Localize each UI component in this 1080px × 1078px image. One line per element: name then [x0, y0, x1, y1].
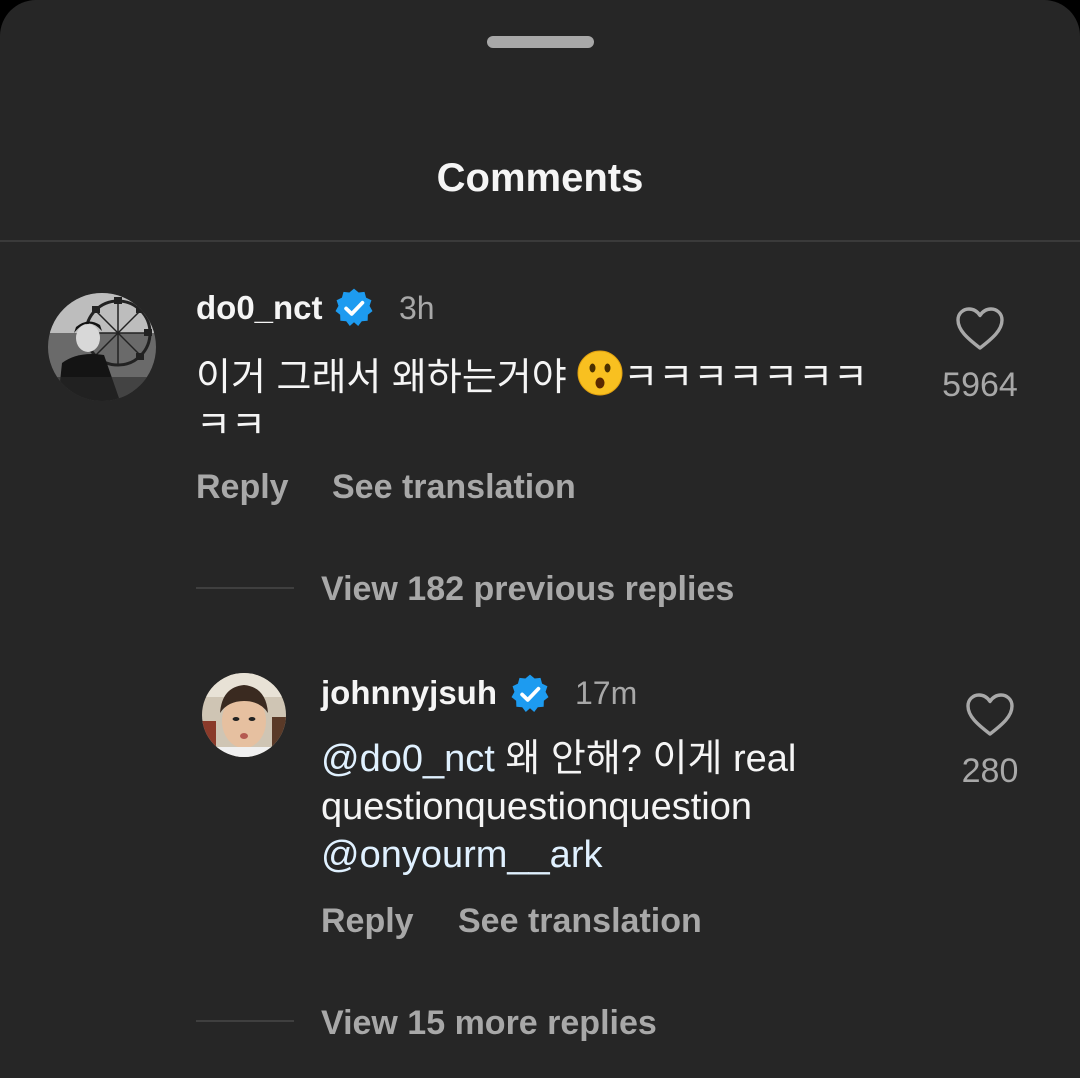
thread-line: [196, 1020, 294, 1022]
reply-reply-button[interactable]: Reply: [321, 900, 414, 942]
comment-text-part1: 이거 그래서 왜하는거야: [196, 357, 578, 399]
view-previous-replies-button[interactable]: View 182 previous replies: [321, 568, 734, 610]
comment-text-part2: ㅋㅋㅋㅋㅋㅋㅋ: [623, 357, 869, 399]
reply-like-heart-icon[interactable]: [965, 692, 1015, 738]
drag-handle[interactable]: [487, 36, 594, 48]
avatar-johnnyjsuh[interactable]: [202, 673, 286, 757]
verified-badge-icon: [335, 288, 373, 327]
reply-like-count: 280: [961, 752, 1019, 790]
reply-username[interactable]: johnnyjsuh: [321, 673, 497, 713]
comment-text-line2: ㅋㅋ: [196, 405, 266, 447]
reply-text-part2: questionquestionquestion: [321, 786, 753, 828]
reply-text-part1: 왜 안해? 이게 real: [494, 738, 797, 780]
mention-link[interactable]: @onyourm__ark: [321, 834, 602, 876]
comment-reply-button[interactable]: Reply: [196, 466, 289, 508]
comment-see-translation-button[interactable]: See translation: [332, 466, 576, 508]
sheet-title: Comments: [436, 156, 644, 200]
comment-timestamp: 3h: [399, 290, 435, 326]
header-divider: [0, 240, 1080, 242]
comments-sheet: Comments do0_nct 3h 이거 그래서 왜하는거야 ㅋㅋㅋㅋㅋㅋㅋ…: [0, 0, 1080, 1078]
hushed-face-emoji-icon: [577, 350, 623, 396]
verified-badge-icon: [511, 674, 549, 713]
reply-text: @do0_nct 왜 안해? 이게 real questionquestionq…: [321, 735, 921, 879]
comment-like-heart-icon[interactable]: [955, 306, 1005, 352]
mention-link[interactable]: @do0_nct: [321, 738, 495, 780]
comment-like-count: 5964: [942, 366, 1018, 404]
comment-username[interactable]: do0_nct: [196, 288, 323, 328]
avatar-do0-nct[interactable]: [48, 293, 156, 401]
reply-timestamp: 17m: [575, 675, 638, 711]
view-more-replies-button[interactable]: View 15 more replies: [321, 1002, 657, 1044]
thread-line: [196, 587, 294, 589]
comment-text: 이거 그래서 왜하는거야 ㅋㅋㅋㅋㅋㅋㅋ ㅋㅋ: [196, 350, 916, 450]
reply-see-translation-button[interactable]: See translation: [458, 900, 702, 942]
